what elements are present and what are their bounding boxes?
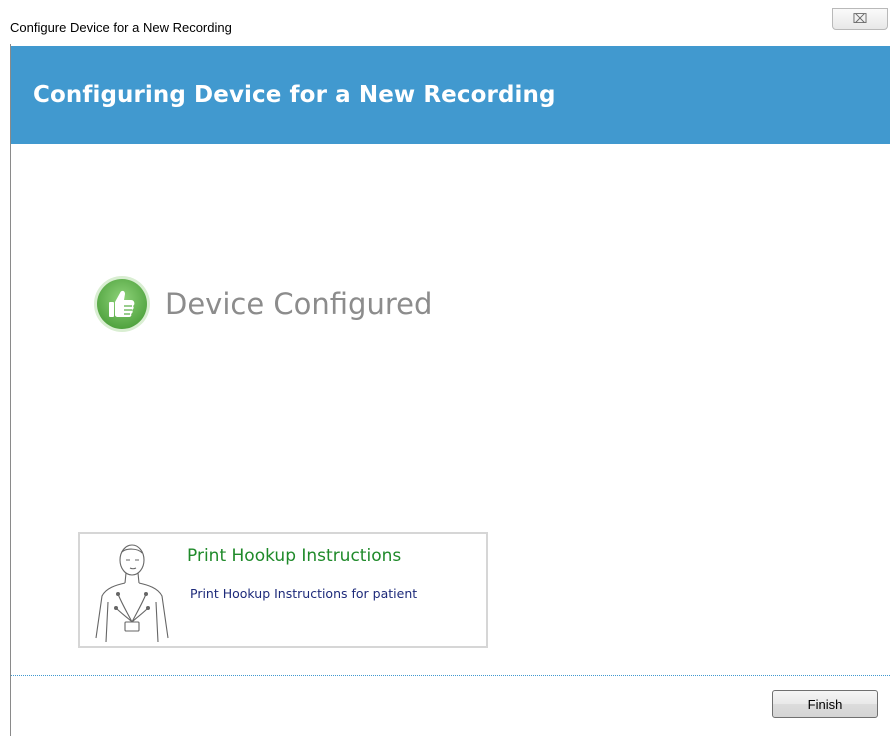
window-title: Configure Device for a New Recording bbox=[10, 20, 232, 35]
print-hookup-instructions-button[interactable]: Print Hookup Instructions Print Hookup I… bbox=[78, 532, 488, 648]
dialog-window: Configure Device for a New Recording ⌧ C… bbox=[0, 0, 890, 736]
close-button[interactable]: ⌧ bbox=[832, 8, 888, 30]
finish-button[interactable]: Finish bbox=[772, 690, 878, 718]
header-title: Configuring Device for a New Recording bbox=[33, 82, 556, 108]
status-text: Device Configured bbox=[165, 287, 433, 321]
hookup-description: Print Hookup Instructions for patient bbox=[190, 586, 418, 601]
close-icon: ⌧ bbox=[852, 11, 868, 27]
title-bar: Configure Device for a New Recording ⌧ bbox=[0, 0, 890, 44]
thumbs-up-icon bbox=[94, 276, 150, 332]
patient-hookup-figure-icon bbox=[95, 544, 169, 643]
header-banner: Configuring Device for a New Recording bbox=[11, 46, 890, 144]
footer-divider bbox=[11, 675, 890, 676]
hookup-title: Print Hookup Instructions bbox=[187, 546, 402, 566]
status-message: Device Configured bbox=[93, 275, 432, 333]
window-frame-left bbox=[10, 44, 11, 736]
